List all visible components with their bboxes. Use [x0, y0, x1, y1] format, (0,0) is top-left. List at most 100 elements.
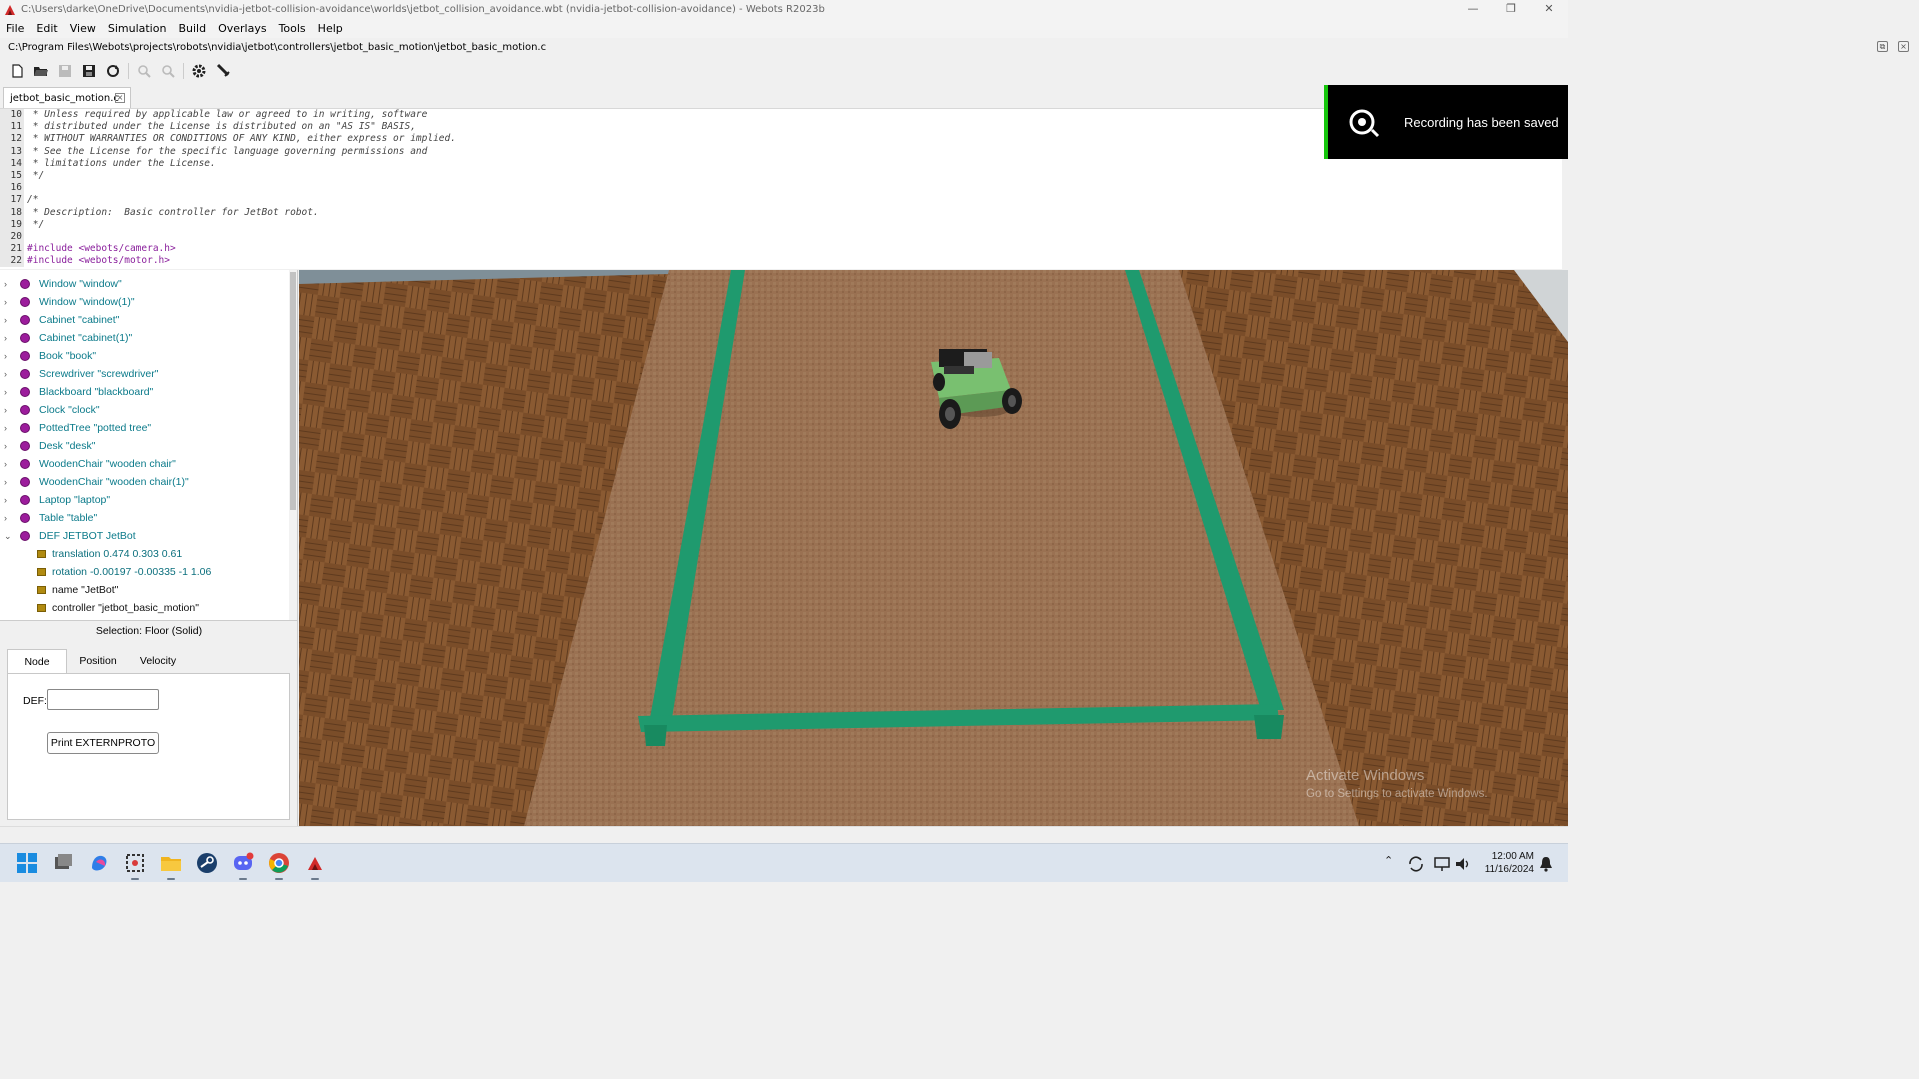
chevron-right-icon[interactable]: › — [4, 495, 14, 505]
clock-time: 12:00 AM — [1491, 851, 1534, 862]
scene-tree-node[interactable]: ⌄ DEF JETBOT JetBot — [0, 527, 136, 545]
scene-tree[interactable]: › Window "window" › Window "window(1)" › Cabi… — [0, 270, 298, 620]
scene-tree-node[interactable]: › Laptop "laptop" — [0, 491, 110, 509]
scene-tree-node[interactable]: › Cabinet "cabinet" — [0, 311, 119, 329]
notification-bell-icon[interactable] — [1539, 856, 1553, 872]
scene-tree-node[interactable]: › Cabinet "cabinet(1)" — [0, 329, 132, 347]
taskbar-indicator — [275, 878, 283, 880]
copilot-icon[interactable] — [88, 852, 110, 874]
scene-tree-field[interactable]: name "JetBot" — [0, 581, 118, 599]
menu-edit[interactable]: Edit — [36, 22, 57, 35]
chevron-right-icon[interactable]: › — [4, 297, 14, 307]
node-sphere-icon — [20, 405, 30, 415]
scene-tree-node[interactable]: › Clock "clock" — [0, 401, 100, 419]
chevron-right-icon[interactable]: › — [4, 387, 14, 397]
network-icon[interactable] — [1433, 855, 1451, 873]
scene-tree-node[interactable]: › WoodenChair "wooden chair(1)" — [0, 473, 189, 491]
node-label: Desk "desk" — [39, 440, 96, 452]
scene-tree-field[interactable]: controller "jetbot_basic_motion" — [0, 599, 199, 617]
scene-tree-node[interactable]: › Book "book" — [0, 347, 96, 365]
menu-view[interactable]: View — [70, 22, 96, 35]
node-sphere-icon — [20, 441, 30, 451]
build-gear-icon[interactable] — [187, 60, 211, 82]
save-as-icon[interactable] — [77, 60, 101, 82]
scene-tree-field[interactable]: translation 0.474 0.303 0.61 — [0, 545, 182, 563]
field-square-icon — [37, 586, 46, 594]
menu-build[interactable]: Build — [178, 22, 206, 35]
chevron-right-icon[interactable]: › — [4, 369, 14, 379]
3d-viewport[interactable]: Activate Windows Go to Settings to activ… — [299, 270, 1568, 826]
steam-icon[interactable] — [196, 852, 218, 874]
editor-close-icon[interactable]: × — [1898, 41, 1909, 52]
editor-file-path: C:\Program Files\Webots\projects\robots\… — [0, 39, 1568, 57]
open-folder-icon[interactable] — [29, 60, 53, 82]
node-sphere-icon — [20, 477, 30, 487]
scene-tree-field[interactable]: rotation -0.00197 -0.00335 -1 1.06 — [0, 563, 211, 581]
snipping-tool-icon[interactable] — [124, 852, 146, 874]
tab-node[interactable]: Node — [7, 649, 67, 673]
window-title: C:\Users\darke\OneDrive\Documents\nvidia… — [21, 4, 825, 15]
webots-taskbar-icon[interactable] — [304, 852, 326, 874]
chevron-right-icon[interactable]: › — [4, 315, 14, 325]
scene-tree-node[interactable]: › Blackboard "blackboard" — [0, 383, 153, 401]
code-line: 17/* — [0, 194, 1562, 207]
tab-jetbot-basic-motion[interactable]: jetbot_basic_motion.c × — [3, 87, 131, 108]
close-button[interactable]: ✕ — [1530, 0, 1568, 19]
recording-saved-notification[interactable]: Recording has been saved — [1324, 85, 1568, 159]
def-input[interactable] — [47, 689, 159, 710]
menu-help[interactable]: Help — [318, 22, 343, 35]
volume-icon[interactable] — [1454, 855, 1472, 873]
menu-simulation[interactable]: Simulation — [108, 22, 167, 35]
task-view-icon[interactable] — [52, 852, 74, 874]
simulation-scene[interactable] — [299, 270, 1568, 826]
chevron-down-icon[interactable]: ⌄ — [4, 531, 14, 542]
menu-overlays[interactable]: Overlays — [218, 22, 267, 35]
windows-start-icon[interactable] — [16, 852, 38, 874]
scene-tree-node[interactable]: › PottedTree "potted tree" — [0, 419, 151, 437]
chevron-right-icon[interactable]: › — [4, 351, 14, 361]
tray-chevron-up-icon[interactable]: ⌃ — [1384, 854, 1393, 867]
revert-icon[interactable] — [101, 60, 125, 82]
chevron-right-icon[interactable]: › — [4, 477, 14, 487]
tab-close-icon[interactable]: × — [115, 93, 125, 103]
chevron-right-icon[interactable]: › — [4, 333, 14, 343]
file-explorer-icon[interactable] — [160, 852, 182, 874]
scene-tree-node[interactable]: › Table "table" — [0, 509, 97, 527]
field-label: translation 0.474 0.303 0.61 — [52, 548, 183, 560]
new-file-icon[interactable] — [5, 60, 29, 82]
chevron-right-icon[interactable]: › — [4, 459, 14, 469]
chevron-right-icon[interactable]: › — [4, 279, 14, 289]
node-sphere-icon — [20, 495, 30, 505]
scrollbar-thumb[interactable] — [290, 272, 296, 510]
screen-record-icon — [1349, 109, 1380, 138]
scene-tree-scrollbar[interactable] — [289, 270, 297, 620]
tab-position[interactable]: Position — [67, 649, 129, 673]
clean-broom-icon[interactable] — [211, 60, 235, 82]
selection-label: Selection: Floor (Solid) — [95, 625, 203, 637]
windows-taskbar: ⌃ 12:00 AM 11/16/2024 — [0, 843, 1568, 882]
chevron-right-icon[interactable]: › — [4, 405, 14, 415]
menu-file[interactable]: File — [6, 22, 24, 35]
node-label: Laptop "laptop" — [39, 494, 111, 506]
menu-tools[interactable]: Tools — [279, 22, 306, 35]
tab-velocity[interactable]: Velocity — [129, 649, 187, 673]
scene-tree-node[interactable]: › Desk "desk" — [0, 437, 95, 455]
field-label: controller "jetbot_basic_motion" — [52, 602, 199, 614]
minimize-button[interactable]: — — [1454, 0, 1492, 19]
scene-tree-node[interactable]: › Window "window(1)" — [0, 293, 135, 311]
taskbar-clock[interactable]: 12:00 AM 11/16/2024 — [1485, 850, 1534, 876]
scene-tree-node[interactable]: › Window "window" — [0, 275, 122, 293]
editor-float-icon[interactable]: ⧉ — [1877, 41, 1888, 52]
node-sphere-icon — [20, 369, 30, 379]
chevron-right-icon[interactable]: › — [4, 513, 14, 523]
chrome-icon[interactable] — [268, 852, 290, 874]
chevron-right-icon[interactable]: › — [4, 441, 14, 451]
discord-icon[interactable] — [232, 852, 254, 874]
scene-tree-node[interactable]: › Screwdriver "screwdriver" — [0, 365, 158, 383]
sync-icon[interactable] — [1407, 855, 1425, 873]
print-externproto-button[interactable]: Print EXTERNPROTO — [47, 732, 159, 754]
chevron-right-icon[interactable]: › — [4, 423, 14, 433]
def-label: DEF: — [23, 695, 47, 707]
scene-tree-node[interactable]: › WoodenChair "wooden chair" — [0, 455, 176, 473]
maximize-button[interactable]: ❐ — [1492, 0, 1530, 19]
